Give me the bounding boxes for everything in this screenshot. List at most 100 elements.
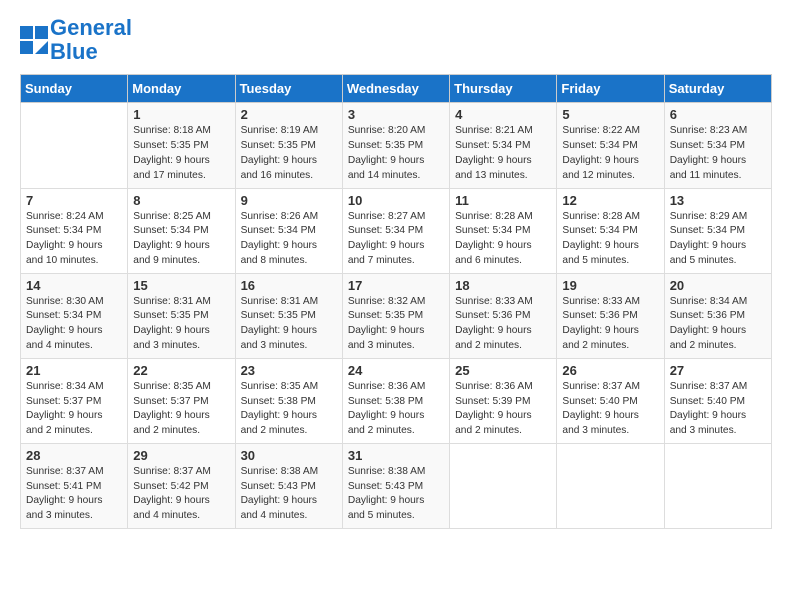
cell-content: Sunrise: 8:37 AMSunset: 5:40 PMDaylight:… [670,380,766,439]
cell-content: Sunrise: 8:36 AMSunset: 5:39 PMDaylight:… [455,380,551,439]
day-number: 21 [26,363,122,378]
logo-icon [20,26,48,54]
calendar-cell: 18 Sunrise: 8:33 AMSunset: 5:36 PMDayligh… [450,273,557,358]
calendar-cell: 21 Sunrise: 8:34 AMSunset: 5:37 PMDayligh… [21,358,128,443]
cell-content: Sunrise: 8:33 AMSunset: 5:36 PMDaylight:… [455,295,551,354]
header-day-wednesday: Wednesday [342,75,449,103]
calendar-cell [450,443,557,528]
cell-content: Sunrise: 8:38 AMSunset: 5:43 PMDaylight:… [348,465,444,524]
day-number: 13 [670,193,766,208]
cell-content: Sunrise: 8:18 AMSunset: 5:35 PMDaylight:… [133,124,229,183]
calendar-table: SundayMondayTuesdayWednesdayThursdayFrid… [20,74,772,529]
cell-content: Sunrise: 8:37 AMSunset: 5:42 PMDaylight:… [133,465,229,524]
cell-content: Sunrise: 8:35 AMSunset: 5:38 PMDaylight:… [241,380,337,439]
cell-content: Sunrise: 8:38 AMSunset: 5:43 PMDaylight:… [241,465,337,524]
header-day-monday: Monday [128,75,235,103]
cell-content: Sunrise: 8:34 AMSunset: 5:37 PMDaylight:… [26,380,122,439]
cell-content: Sunrise: 8:25 AMSunset: 5:34 PMDaylight:… [133,210,229,269]
day-number: 9 [241,193,337,208]
week-row-5: 28 Sunrise: 8:37 AMSunset: 5:41 PMDayligh… [21,443,772,528]
logo-text: General Blue [50,16,132,64]
calendar-cell: 25 Sunrise: 8:36 AMSunset: 5:39 PMDayligh… [450,358,557,443]
calendar-cell: 20Sunrise: 8:34 AMSunset: 5:36 PMDayligh… [664,273,771,358]
day-number: 30 [241,448,337,463]
week-row-2: 7Sunrise: 8:24 AMSunset: 5:34 PMDaylight… [21,188,772,273]
week-row-4: 21 Sunrise: 8:34 AMSunset: 5:37 PMDayligh… [21,358,772,443]
calendar-cell [664,443,771,528]
cell-content: Sunrise: 8:28 AMSunset: 5:34 PMDaylight:… [562,210,658,269]
calendar-cell: 12 Sunrise: 8:28 AMSunset: 5:34 PMDayligh… [557,188,664,273]
calendar-cell: 30 Sunrise: 8:38 AMSunset: 5:43 PMDayligh… [235,443,342,528]
day-number: 7 [26,193,122,208]
day-number: 24 [348,363,444,378]
calendar-cell: 6 Sunrise: 8:23 AMSunset: 5:34 PMDaylight… [664,103,771,188]
day-number: 17 [348,278,444,293]
header-day-sunday: Sunday [21,75,128,103]
cell-content: Sunrise: 8:37 AMSunset: 5:40 PMDaylight:… [562,380,658,439]
cell-content: Sunrise: 8:28 AMSunset: 5:34 PMDaylight:… [455,210,551,269]
cell-content: Sunrise: 8:29 AMSunset: 5:34 PMDaylight:… [670,210,766,269]
cell-content: Sunrise: 8:19 AMSunset: 5:35 PMDaylight:… [241,124,337,183]
day-number: 23 [241,363,337,378]
calendar-cell: 8 Sunrise: 8:25 AMSunset: 5:34 PMDaylight… [128,188,235,273]
day-number: 28 [26,448,122,463]
calendar-cell: 31 Sunrise: 8:38 AMSunset: 5:43 PMDayligh… [342,443,449,528]
cell-content: Sunrise: 8:27 AMSunset: 5:34 PMDaylight:… [348,210,444,269]
calendar-cell: 28 Sunrise: 8:37 AMSunset: 5:41 PMDayligh… [21,443,128,528]
calendar-cell: 15 Sunrise: 8:31 AMSunset: 5:35 PMDayligh… [128,273,235,358]
day-number: 31 [348,448,444,463]
day-number: 6 [670,107,766,122]
calendar-cell: 19 Sunrise: 8:33 AMSunset: 5:36 PMDayligh… [557,273,664,358]
day-number: 15 [133,278,229,293]
cell-content: Sunrise: 8:34 AMSunset: 5:36 PMDaylight:… [670,295,766,354]
day-number: 2 [241,107,337,122]
day-number: 18 [455,278,551,293]
week-row-3: 14 Sunrise: 8:30 AMSunset: 5:34 PMDayligh… [21,273,772,358]
header-day-friday: Friday [557,75,664,103]
cell-content: Sunrise: 8:33 AMSunset: 5:36 PMDaylight:… [562,295,658,354]
cell-content: Sunrise: 8:31 AMSunset: 5:35 PMDaylight:… [133,295,229,354]
week-row-1: 1 Sunrise: 8:18 AMSunset: 5:35 PMDaylight… [21,103,772,188]
day-number: 3 [348,107,444,122]
day-number: 14 [26,278,122,293]
calendar-cell: 27Sunrise: 8:37 AMSunset: 5:40 PMDayligh… [664,358,771,443]
day-number: 11 [455,193,551,208]
cell-content: Sunrise: 8:21 AMSunset: 5:34 PMDaylight:… [455,124,551,183]
day-number: 19 [562,278,658,293]
calendar-cell: 1 Sunrise: 8:18 AMSunset: 5:35 PMDaylight… [128,103,235,188]
calendar-cell: 9Sunrise: 8:26 AMSunset: 5:34 PMDaylight… [235,188,342,273]
calendar-cell [21,103,128,188]
day-number: 12 [562,193,658,208]
calendar-cell: 4 Sunrise: 8:21 AMSunset: 5:34 PMDaylight… [450,103,557,188]
cell-content: Sunrise: 8:35 AMSunset: 5:37 PMDaylight:… [133,380,229,439]
cell-content: Sunrise: 8:30 AMSunset: 5:34 PMDaylight:… [26,295,122,354]
cell-content: Sunrise: 8:23 AMSunset: 5:34 PMDaylight:… [670,124,766,183]
calendar-cell: 26Sunrise: 8:37 AMSunset: 5:40 PMDayligh… [557,358,664,443]
header-row: SundayMondayTuesdayWednesdayThursdayFrid… [21,75,772,103]
calendar-cell: 23 Sunrise: 8:35 AMSunset: 5:38 PMDayligh… [235,358,342,443]
calendar-cell: 3 Sunrise: 8:20 AMSunset: 5:35 PMDaylight… [342,103,449,188]
calendar-cell: 16Sunrise: 8:31 AMSunset: 5:35 PMDayligh… [235,273,342,358]
calendar-cell: 24Sunrise: 8:36 AMSunset: 5:38 PMDayligh… [342,358,449,443]
day-number: 4 [455,107,551,122]
cell-content: Sunrise: 8:37 AMSunset: 5:41 PMDaylight:… [26,465,122,524]
calendar-cell: 11 Sunrise: 8:28 AMSunset: 5:34 PMDayligh… [450,188,557,273]
header-day-saturday: Saturday [664,75,771,103]
calendar-cell: 10 Sunrise: 8:27 AMSunset: 5:34 PMDayligh… [342,188,449,273]
day-number: 8 [133,193,229,208]
cell-content: Sunrise: 8:32 AMSunset: 5:35 PMDaylight:… [348,295,444,354]
calendar-cell: 7Sunrise: 8:24 AMSunset: 5:34 PMDaylight… [21,188,128,273]
day-number: 1 [133,107,229,122]
day-number: 25 [455,363,551,378]
calendar-cell: 13 Sunrise: 8:29 AMSunset: 5:34 PMDayligh… [664,188,771,273]
day-number: 10 [348,193,444,208]
day-number: 22 [133,363,229,378]
header-day-tuesday: Tuesday [235,75,342,103]
day-number: 5 [562,107,658,122]
page-container: General Blue SundayMondayTuesdayWednesda… [0,0,792,539]
calendar-cell: 22 Sunrise: 8:35 AMSunset: 5:37 PMDayligh… [128,358,235,443]
cell-content: Sunrise: 8:22 AMSunset: 5:34 PMDaylight:… [562,124,658,183]
cell-content: Sunrise: 8:20 AMSunset: 5:35 PMDaylight:… [348,124,444,183]
calendar-cell: 29 Sunrise: 8:37 AMSunset: 5:42 PMDayligh… [128,443,235,528]
day-number: 29 [133,448,229,463]
